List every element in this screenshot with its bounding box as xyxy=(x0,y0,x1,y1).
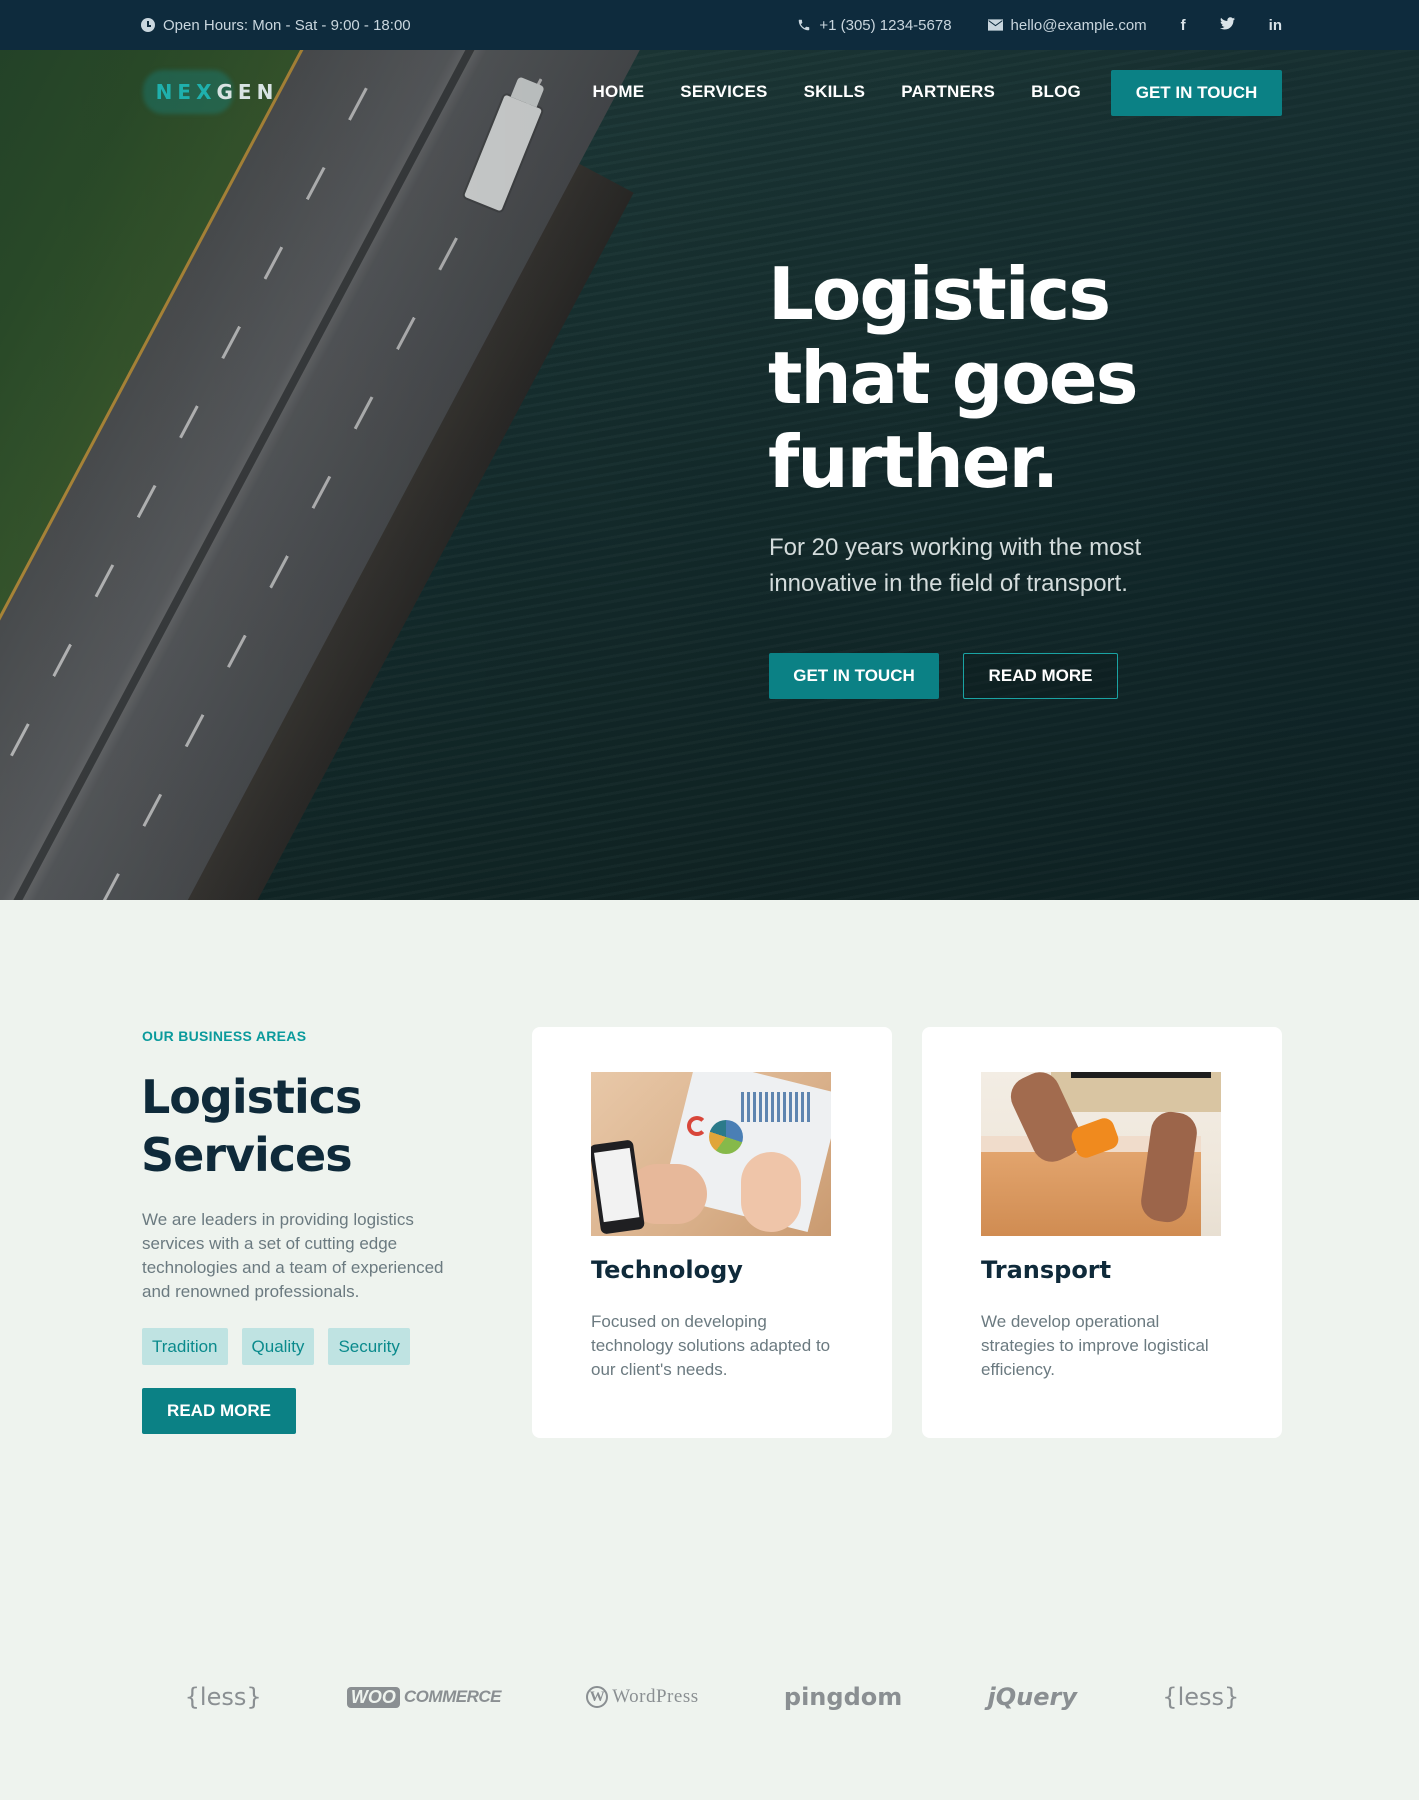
hero-get-in-touch-button[interactable]: GET IN TOUCH xyxy=(769,653,939,699)
less-logo: {less} xyxy=(184,1683,262,1711)
section-title: Logistics Services xyxy=(141,1070,362,1182)
hero-subtitle: For 20 years working with the most innov… xyxy=(769,534,1142,597)
nav-item-home[interactable]: HOME xyxy=(592,82,644,102)
nav-item-skills[interactable]: SKILLS xyxy=(804,82,866,102)
hero-title: Logistics that goes further. xyxy=(768,252,1138,504)
card-text: We develop operational strategies to imp… xyxy=(981,1312,1209,1379)
phone-icon xyxy=(799,19,810,31)
opening-hours-text: Open Hours: Mon - Sat - 9:00 - 18:00 xyxy=(163,16,411,34)
envelope-icon xyxy=(987,19,1003,31)
linkedin-icon[interactable]: in xyxy=(1269,17,1282,34)
nav-get-in-touch-button[interactable]: GET IN TOUCH xyxy=(1111,70,1282,116)
facebook-icon[interactable]: f xyxy=(1181,17,1186,34)
card-title: Transport xyxy=(981,1256,1112,1284)
nav-item-blog[interactable]: BLOG xyxy=(1031,82,1081,102)
section-eyebrow: OUR BUSINESS AREAS xyxy=(142,1028,307,1044)
section-description: We are leaders in providing logistics se… xyxy=(142,1210,444,1301)
nav-item-partners[interactable]: PARTNERS xyxy=(901,82,995,102)
opening-hours: Open Hours: Mon - Sat - 9:00 - 18:00 xyxy=(141,0,411,50)
card-title: Technology xyxy=(591,1256,743,1284)
top-bar: Open Hours: Mon - Sat - 9:00 - 18:00 +1 … xyxy=(0,0,1419,50)
email-contact[interactable]: hello@example.com xyxy=(987,16,1147,34)
phone-number: +1 (305) 1234-5678 xyxy=(819,16,952,34)
nav-item-services[interactable]: SERVICES xyxy=(680,82,767,102)
tag-tradition[interactable]: Tradition xyxy=(142,1328,228,1365)
transport-image xyxy=(981,1072,1221,1236)
partner-logos: {less} WOO COMMERCE W WordPress pingdom jQ… xyxy=(142,1672,1282,1722)
wordpress-logo: W WordPress xyxy=(586,1686,698,1708)
service-card-technology[interactable]: Technology Focused on developing technol… xyxy=(532,1027,892,1438)
pingdom-logo: pingdom xyxy=(783,1683,903,1711)
hero-read-more-button[interactable]: READ MORE xyxy=(963,653,1118,699)
card-text: Focused on developing technology solutio… xyxy=(591,1312,831,1379)
tag-list: Tradition Quality Security xyxy=(142,1328,410,1365)
email-address: hello@example.com xyxy=(1010,16,1147,34)
site-logo[interactable]: NEX GEN xyxy=(143,70,291,114)
main-nav: HOME SERVICES SKILLS PARTNERS BLOG xyxy=(592,70,1081,114)
technology-image xyxy=(591,1072,831,1236)
phone-contact[interactable]: +1 (305) 1234-5678 xyxy=(797,16,952,34)
section-read-more-button[interactable]: READ MORE xyxy=(142,1388,296,1434)
twitter-icon[interactable] xyxy=(1219,16,1235,34)
service-card-transport[interactable]: Transport We develop operational strateg… xyxy=(922,1027,1282,1438)
less-logo: {less} xyxy=(1162,1683,1240,1711)
clock-icon xyxy=(141,18,155,32)
woocommerce-logo: WOO COMMERCE xyxy=(346,1686,501,1708)
jquery-logo: jQuery xyxy=(987,1683,1078,1711)
tag-quality[interactable]: Quality xyxy=(241,1328,315,1365)
tag-security[interactable]: Security xyxy=(328,1328,410,1365)
